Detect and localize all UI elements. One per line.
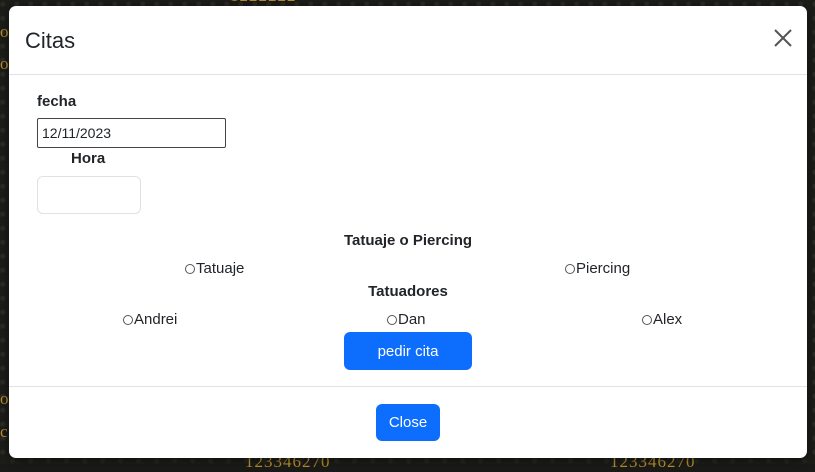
radio-button-icon[interactable] — [185, 263, 195, 274]
hora-label: Hora — [71, 150, 106, 167]
radio-label: Piercing — [576, 260, 631, 277]
radio-button-icon[interactable] — [642, 314, 652, 325]
hora-input[interactable] — [37, 176, 141, 214]
radio-tatuaje[interactable]: Tatuaje — [185, 260, 244, 277]
radio-button-icon[interactable] — [565, 263, 575, 274]
artists-label: Tatuadores — [368, 283, 448, 300]
radio-label: Andrei — [134, 311, 178, 328]
pedir-cita-button[interactable]: pedir cita — [344, 332, 472, 370]
fecha-input[interactable] — [37, 118, 226, 148]
radio-button-icon[interactable] — [387, 314, 397, 325]
radio-piercing[interactable]: Piercing — [565, 260, 630, 277]
radio-label: Dan — [398, 311, 426, 328]
close-icon[interactable] — [773, 28, 793, 48]
close-button[interactable]: Close — [376, 404, 440, 441]
fecha-label: fecha — [37, 93, 77, 110]
modal-body: fecha Hora Tatuaje o Piercing Tatuaje Pi… — [9, 75, 807, 386]
radio-label: Tatuaje — [196, 260, 245, 277]
modal-footer: Close — [9, 386, 807, 458]
modal-title: Citas — [25, 28, 76, 53]
type-label: Tatuaje o Piercing — [343, 232, 473, 249]
radio-andrei[interactable]: Andrei — [123, 311, 177, 328]
modal-header: Citas — [9, 6, 807, 75]
radio-alex[interactable]: Alex — [642, 311, 682, 328]
citas-modal: Citas fecha Hora Tatuaje o Piercing Tatu… — [9, 6, 807, 458]
radio-label: Alex — [653, 311, 683, 328]
radio-dan[interactable]: Dan — [387, 311, 426, 328]
radio-button-icon[interactable] — [123, 314, 133, 325]
